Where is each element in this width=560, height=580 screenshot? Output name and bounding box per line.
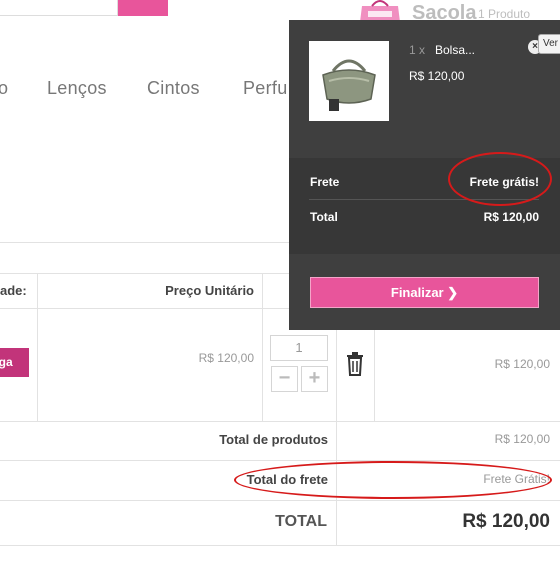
dropdown-total-value: R$ 120,00 (483, 210, 539, 224)
annotation-circle (234, 461, 552, 499)
nav-item-cintos[interactable]: Cintos (147, 78, 200, 99)
annotation-circle (448, 152, 552, 206)
product-image[interactable] (309, 41, 389, 121)
total-label: TOTAL (275, 513, 327, 530)
cart-count: 1 Produto (478, 7, 531, 21)
dropdown-total-label: Total (310, 210, 338, 224)
divider (0, 500, 560, 501)
decrease-button[interactable]: − (271, 366, 298, 392)
products-total-label: Total de produtos (219, 432, 328, 447)
row-subtotal: R$ 120,00 (494, 357, 550, 371)
divider (0, 545, 560, 546)
header-quantity: ade: (0, 283, 27, 298)
search-button[interactable] (118, 0, 168, 16)
unit-price: R$ 120,00 (198, 351, 254, 365)
divider (336, 308, 337, 545)
header-unit-price: Preço Unitário (165, 283, 254, 298)
checkout-button[interactable]: Finalizar ❯ (310, 277, 539, 308)
divider (0, 421, 560, 422)
tooltip: Ver (538, 34, 560, 54)
shopping-bag-icon[interactable] (354, 0, 406, 22)
divider (0, 460, 560, 461)
total-value: R$ 120,00 (462, 511, 550, 532)
nav-item-partial[interactable]: o (0, 78, 8, 99)
product-name[interactable]: Bolsa... (435, 43, 475, 57)
trash-icon[interactable] (344, 352, 366, 376)
product-quantity: 1 x (409, 43, 426, 57)
nav-item-lencos[interactable]: Lenços (47, 78, 107, 99)
divider (37, 273, 38, 421)
quantity-input[interactable]: 1 (270, 335, 328, 361)
dropdown-shipping-label: Frete (310, 175, 340, 189)
remove-button[interactable]: ega (0, 348, 29, 377)
products-total-value: R$ 120,00 (494, 432, 550, 446)
product-price: R$ 120,00 (409, 69, 465, 83)
increase-button[interactable]: + (301, 366, 328, 392)
divider (262, 273, 263, 421)
search-input[interactable] (0, 0, 118, 16)
nav-item-perfumes[interactable]: Perfu (243, 78, 288, 99)
handbag-image (322, 59, 376, 111)
